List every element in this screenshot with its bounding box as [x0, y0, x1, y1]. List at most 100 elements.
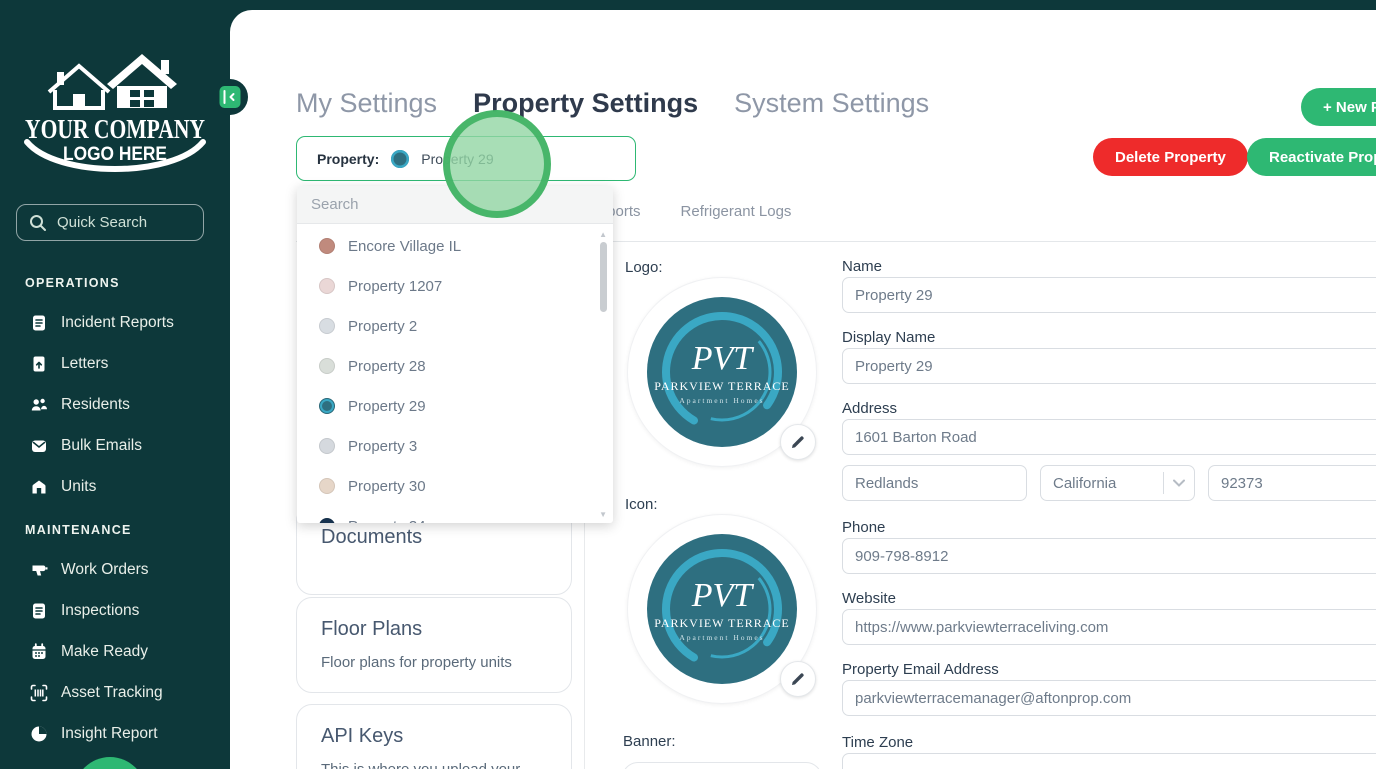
property-thumb-icon [319, 438, 335, 454]
dropdown-item-label: Property 30 [348, 477, 426, 495]
sidebar-item-letters[interactable]: Letters [30, 353, 108, 375]
nav-section-operations: OPERATIONS [25, 276, 120, 290]
delete-property-button[interactable]: Delete Property [1093, 138, 1248, 176]
barcode-icon [30, 684, 48, 702]
address-field[interactable] [842, 419, 1376, 455]
sidebar-item-label: Letters [61, 355, 109, 372]
dropdown-item-label: Property 28 [348, 357, 426, 375]
brand-name: PARKVIEW TERRACE [654, 379, 789, 393]
dropdown-item-label: Property 3 [348, 437, 418, 455]
scroll-down-arrow[interactable]: ▼ [599, 510, 607, 519]
email-icon [32, 440, 46, 452]
sidebar-item-inspections[interactable]: Inspections [30, 600, 139, 622]
collapse-panel-icon [219, 86, 241, 108]
tab-property-settings[interactable]: Property Settings [473, 88, 698, 119]
card-title: Floor Plans [321, 618, 423, 640]
sidebar: YOUR COMPANY LOGO HERE OPERATIONS Incide… [0, 0, 230, 769]
property-selector[interactable]: Property: Property 29 [296, 136, 636, 181]
card-title: API Keys [321, 725, 404, 747]
sidebar-item-make-ready[interactable]: Make Ready [30, 641, 148, 663]
property-thumb-icon [319, 398, 335, 414]
sidebar-item-label: Units [61, 478, 97, 495]
dropdown-item-property-29[interactable]: Property 29 [297, 386, 613, 426]
quick-search[interactable] [16, 204, 204, 241]
reactivate-property-button[interactable]: Reactivate Property [1247, 138, 1376, 176]
tab-my-settings[interactable]: My Settings [296, 88, 437, 119]
dropdown-item-property-34[interactable]: Property 34 [297, 506, 613, 523]
dropdown-search-input[interactable] [311, 196, 599, 213]
dropdown-search[interactable] [297, 186, 613, 224]
dropdown-item-label: Property 34 [348, 518, 426, 524]
dropdown-item-property-3[interactable]: Property 3 [297, 426, 613, 466]
address-label: Address [842, 400, 898, 417]
dropdown-item-label: Property 29 [348, 397, 426, 415]
banner-field-label: Banner: [623, 733, 676, 750]
dropdown-item-encore-village-il[interactable]: Encore Village IL [297, 226, 613, 266]
sidebar-item-incident-reports[interactable]: Incident Reports [30, 312, 174, 334]
website-field[interactable] [842, 609, 1376, 645]
edit-icon-button[interactable] [780, 661, 816, 697]
sidebar-collapse-button[interactable] [212, 79, 248, 115]
sidebar-item-label: Insight Report [61, 725, 158, 742]
sidebar-item-bulk-emails[interactable]: Bulk Emails [30, 435, 142, 457]
brand-abbr: PVT [691, 340, 755, 377]
scrollbar-thumb[interactable] [600, 242, 607, 312]
timezone-select[interactable] [842, 753, 1376, 769]
main-panel: My Settings Property Settings System Set… [230, 10, 1376, 769]
sidebar-item-units[interactable]: Units [30, 476, 96, 498]
parkview-terrace-logo: PVT PARKVIEW TERRACE Apartment Homes [647, 534, 797, 684]
scroll-up-arrow[interactable]: ▲ [599, 230, 607, 239]
dropdown-item-property-2[interactable]: Property 2 [297, 306, 613, 346]
sidebar-item-insight-report[interactable]: Insight Report [30, 723, 158, 745]
brand-tagline: Apartment Homes [679, 396, 764, 405]
selected-property-icon [391, 149, 410, 168]
dropdown-item-label: Property 2 [348, 317, 418, 335]
display-name-field[interactable] [842, 348, 1376, 384]
home-icon [32, 480, 46, 494]
property-logo-image: PVT PARKVIEW TERRACE Apartment Homes [627, 277, 817, 467]
quick-search-input[interactable] [57, 214, 177, 231]
logo-field-label: Logo: [625, 259, 663, 276]
name-field[interactable] [842, 277, 1376, 313]
incident-reports-icon [33, 315, 45, 331]
brand-name: PARKVIEW TERRACE [654, 616, 789, 630]
sidebar-item-label: Inspections [61, 602, 140, 619]
sidebar-item-label: Residents [61, 396, 130, 413]
city-field[interactable] [842, 465, 1027, 501]
property-email-field[interactable] [842, 680, 1376, 716]
card-subtitle: Floor plans for property units [321, 654, 512, 671]
api-keys-card[interactable]: API Keys This is where you upload your [296, 704, 572, 769]
sidebar-item-label: Make Ready [61, 643, 149, 660]
subtab-refrigerant-logs[interactable]: Refrigerant Logs [681, 203, 792, 220]
residents-icon [31, 398, 47, 411]
tab-system-settings[interactable]: System Settings [734, 88, 929, 119]
dropdown-item-property-1207[interactable]: Property 1207 [297, 266, 613, 306]
property-selector-label: Property: [317, 150, 380, 167]
banner-upload-area[interactable] [622, 762, 822, 769]
display-name-label: Display Name [842, 329, 936, 346]
new-property-button[interactable]: + New Property [1301, 88, 1376, 126]
sidebar-item-asset-tracking[interactable]: Asset Tracking [30, 682, 163, 704]
pencil-icon [792, 673, 804, 685]
property-thumb-icon [319, 478, 335, 494]
chart-icon [31, 726, 47, 742]
name-label: Name [842, 258, 883, 275]
dropdown-item-label: Property 1207 [348, 277, 443, 295]
dropdown-item-property-28[interactable]: Property 28 [297, 346, 613, 386]
edit-logo-button[interactable] [780, 424, 816, 460]
phone-field[interactable] [842, 538, 1376, 574]
card-subtitle: This is where you upload your [321, 761, 547, 769]
brand-tagline: Apartment Homes [679, 633, 764, 642]
property-selector-value: Property 29 [421, 150, 494, 167]
logo-door [73, 94, 85, 108]
sidebar-item-work-orders[interactable]: Work Orders [30, 559, 149, 581]
zip-field[interactable] [1208, 465, 1376, 501]
state-select[interactable]: California [1040, 465, 1195, 501]
sidebar-item-residents[interactable]: Residents [30, 394, 130, 416]
floor-plans-card[interactable]: Floor Plans Floor plans for property uni… [296, 597, 572, 693]
phone-label: Phone [842, 519, 886, 536]
property-dropdown: Encore Village IL Property 1207 Property… [297, 186, 613, 523]
icon-field-label: Icon: [625, 496, 658, 513]
property-icon-image: PVT PARKVIEW TERRACE Apartment Homes [627, 514, 817, 704]
dropdown-item-property-30[interactable]: Property 30 [297, 466, 613, 506]
